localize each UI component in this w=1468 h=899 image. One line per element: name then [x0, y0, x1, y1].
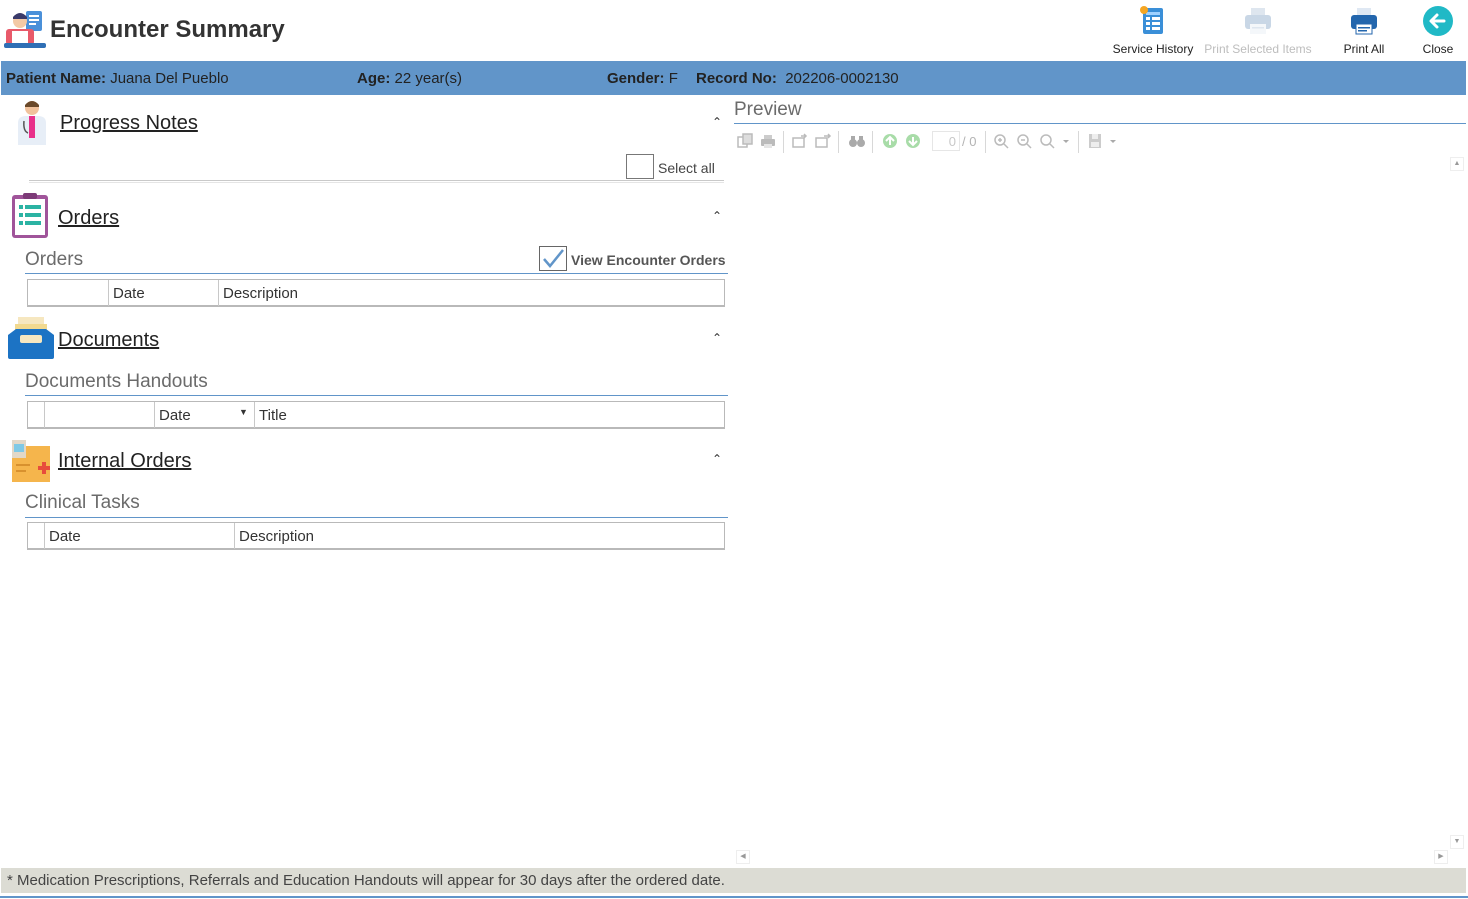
clipboard-list-icon — [12, 193, 48, 238]
page-title: Encounter Summary — [50, 16, 285, 43]
orders-header: Orders ⌃ — [8, 193, 728, 241]
toolbar-separator — [1078, 131, 1079, 153]
page-number-input[interactable]: 0 — [932, 131, 960, 151]
toolbar-separator — [783, 131, 784, 153]
toolbar-separator — [985, 131, 986, 153]
column-header-date[interactable]: Date ▼ — [154, 402, 254, 428]
collapse-caret-icon[interactable]: ⌃ — [712, 209, 722, 223]
zoom-in-icon[interactable] — [992, 131, 1010, 151]
progress-notes-header: Progress Notes ⌃ — [8, 99, 728, 147]
clinical-tasks-subtitle: Clinical Tasks — [25, 492, 140, 513]
collapse-caret-icon[interactable]: ⌃ — [712, 115, 722, 129]
document-tray-icon — [8, 317, 54, 359]
internal-orders-title[interactable]: Internal Orders — [58, 450, 191, 473]
print-all-button[interactable]: Print All — [1336, 4, 1392, 56]
clinical-tasks-grid-header: Date Description — [27, 522, 725, 550]
orders-title[interactable]: Orders — [58, 207, 119, 230]
column-header-description[interactable]: Description — [218, 280, 724, 306]
view-encounter-orders-checkbox[interactable] — [539, 246, 567, 271]
service-history-button[interactable]: Service History — [1112, 4, 1194, 56]
find-binoculars-icon[interactable] — [848, 131, 866, 151]
progress-notes-title[interactable]: Progress Notes — [60, 112, 198, 135]
scroll-left-icon[interactable]: ◀ — [736, 850, 750, 864]
sort-dropdown-icon[interactable]: ▼ — [239, 407, 248, 417]
column-header-date-label: Date — [159, 407, 191, 424]
scroll-up-icon[interactable]: ▲ — [1450, 157, 1464, 171]
patient-name-label: Patient Name: — [6, 70, 107, 87]
send-icon[interactable] — [814, 131, 832, 151]
close-button[interactable]: Close — [1418, 4, 1458, 56]
gender-field: Gender: F — [607, 70, 678, 87]
previous-page-icon[interactable] — [881, 131, 899, 151]
print-selected-items-label: Print Selected Items — [1204, 42, 1312, 56]
print-selected-items-button[interactable]: Print Selected Items — [1204, 4, 1312, 56]
orders-subtitle: Orders — [25, 249, 84, 270]
patient-info-bar: Patient Name: Juana Del Pueblo Age: 22 y… — [1, 61, 1466, 95]
header: Encounter Summary Service History Print … — [0, 0, 1468, 60]
clinical-tasks-subtitle-line — [25, 517, 728, 518]
encounter-summary-icon — [4, 11, 46, 48]
printer-icon — [1351, 8, 1377, 35]
footer-note: * Medication Prescriptions, Referrals an… — [1, 868, 1466, 893]
select-all-label: Select all — [658, 160, 715, 176]
printer-icon — [1245, 8, 1271, 34]
medical-box-icon — [12, 440, 50, 482]
save-dropdown-icon[interactable] — [1087, 131, 1121, 151]
age-value: 22 year(s) — [394, 70, 463, 87]
documents-title[interactable]: Documents — [58, 329, 159, 352]
documents-subtitle: Documents Handouts — [25, 371, 208, 392]
record-no-label: Record No: — [696, 70, 777, 87]
toolbar-separator — [872, 131, 873, 153]
collapse-caret-icon[interactable]: ⌃ — [712, 452, 722, 466]
preview-title: Preview — [734, 99, 802, 120]
collapse-caret-icon[interactable]: ⌃ — [712, 331, 722, 345]
select-all-checkbox[interactable] — [626, 154, 654, 179]
zoom-dropdown-icon[interactable] — [1038, 131, 1072, 151]
preview-title-line — [734, 123, 1466, 124]
gender-value: F — [668, 70, 678, 87]
service-history-icon — [1140, 6, 1163, 34]
doctor-icon — [18, 101, 46, 145]
age-field: Age: 22 year(s) — [357, 70, 462, 87]
documents-header: Documents ⌃ — [8, 315, 728, 363]
progress-notes-divider — [29, 180, 724, 183]
toolbar-separator — [838, 131, 839, 153]
patient-name-value: Juana Del Pueblo — [110, 70, 229, 87]
scroll-down-icon[interactable]: ▼ — [1450, 835, 1464, 849]
print-icon[interactable] — [759, 131, 777, 151]
back-arrow-icon — [1423, 6, 1453, 36]
internal-orders-header: Internal Orders ⌃ — [8, 436, 728, 484]
scroll-right-icon[interactable]: ▶ — [1434, 850, 1448, 864]
column-header-date[interactable]: Date — [44, 523, 234, 549]
service-history-label: Service History — [1112, 42, 1194, 56]
orders-subtitle-line — [25, 273, 728, 274]
preview-horizontal-scrollbar[interactable]: ◀ ▶ — [736, 850, 1448, 864]
footer-divider — [0, 896, 1468, 898]
next-page-icon[interactable] — [904, 131, 922, 151]
page-setup-icon[interactable] — [736, 131, 754, 151]
orders-grid-header: Date Description — [27, 279, 725, 307]
documents-grid-header: Date ▼ Title — [27, 401, 725, 429]
checkmark-icon — [543, 249, 564, 268]
column-header-description[interactable]: Description — [234, 523, 724, 549]
export-icon[interactable] — [791, 131, 809, 151]
documents-subtitle-line — [25, 395, 728, 396]
record-no-field: Record No: 202206-0002130 — [696, 70, 899, 87]
record-no-value: 202206-0002130 — [785, 70, 899, 87]
close-label: Close — [1422, 42, 1454, 56]
age-label: Age: — [357, 70, 391, 87]
preview-vertical-scrollbar[interactable]: ▲ ▼ — [1450, 157, 1464, 851]
column-header-date[interactable]: Date — [108, 280, 218, 306]
zoom-out-icon[interactable] — [1015, 131, 1033, 151]
gender-label: Gender: — [607, 70, 665, 87]
view-encounter-orders-label: View Encounter Orders — [571, 252, 726, 268]
column-header-title[interactable]: Title — [254, 402, 724, 428]
print-all-label: Print All — [1343, 42, 1385, 56]
preview-toolbar: 0 / 0 — [736, 131, 1136, 153]
patient-name-field: Patient Name: Juana Del Pueblo — [6, 70, 229, 87]
page-total-label: / 0 — [962, 134, 977, 149]
column-header-blank — [44, 402, 154, 428]
